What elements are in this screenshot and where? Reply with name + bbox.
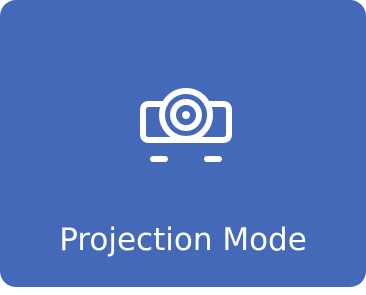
tile-label: Projection Mode	[59, 222, 307, 258]
projection-mode-button[interactable]: Projection Mode	[0, 0, 366, 287]
projector-icon	[137, 82, 235, 166]
